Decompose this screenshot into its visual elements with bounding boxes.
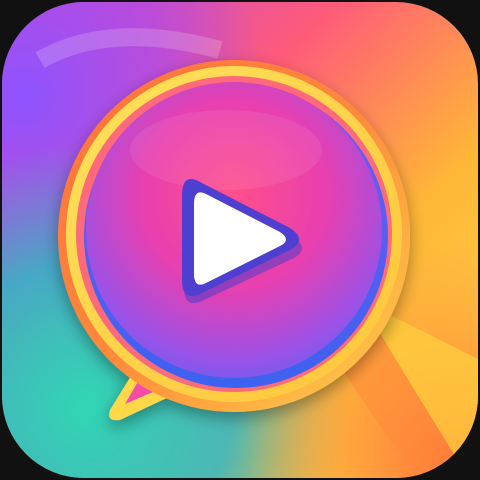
app-icon[interactable] <box>0 0 480 480</box>
screen <box>0 0 480 480</box>
